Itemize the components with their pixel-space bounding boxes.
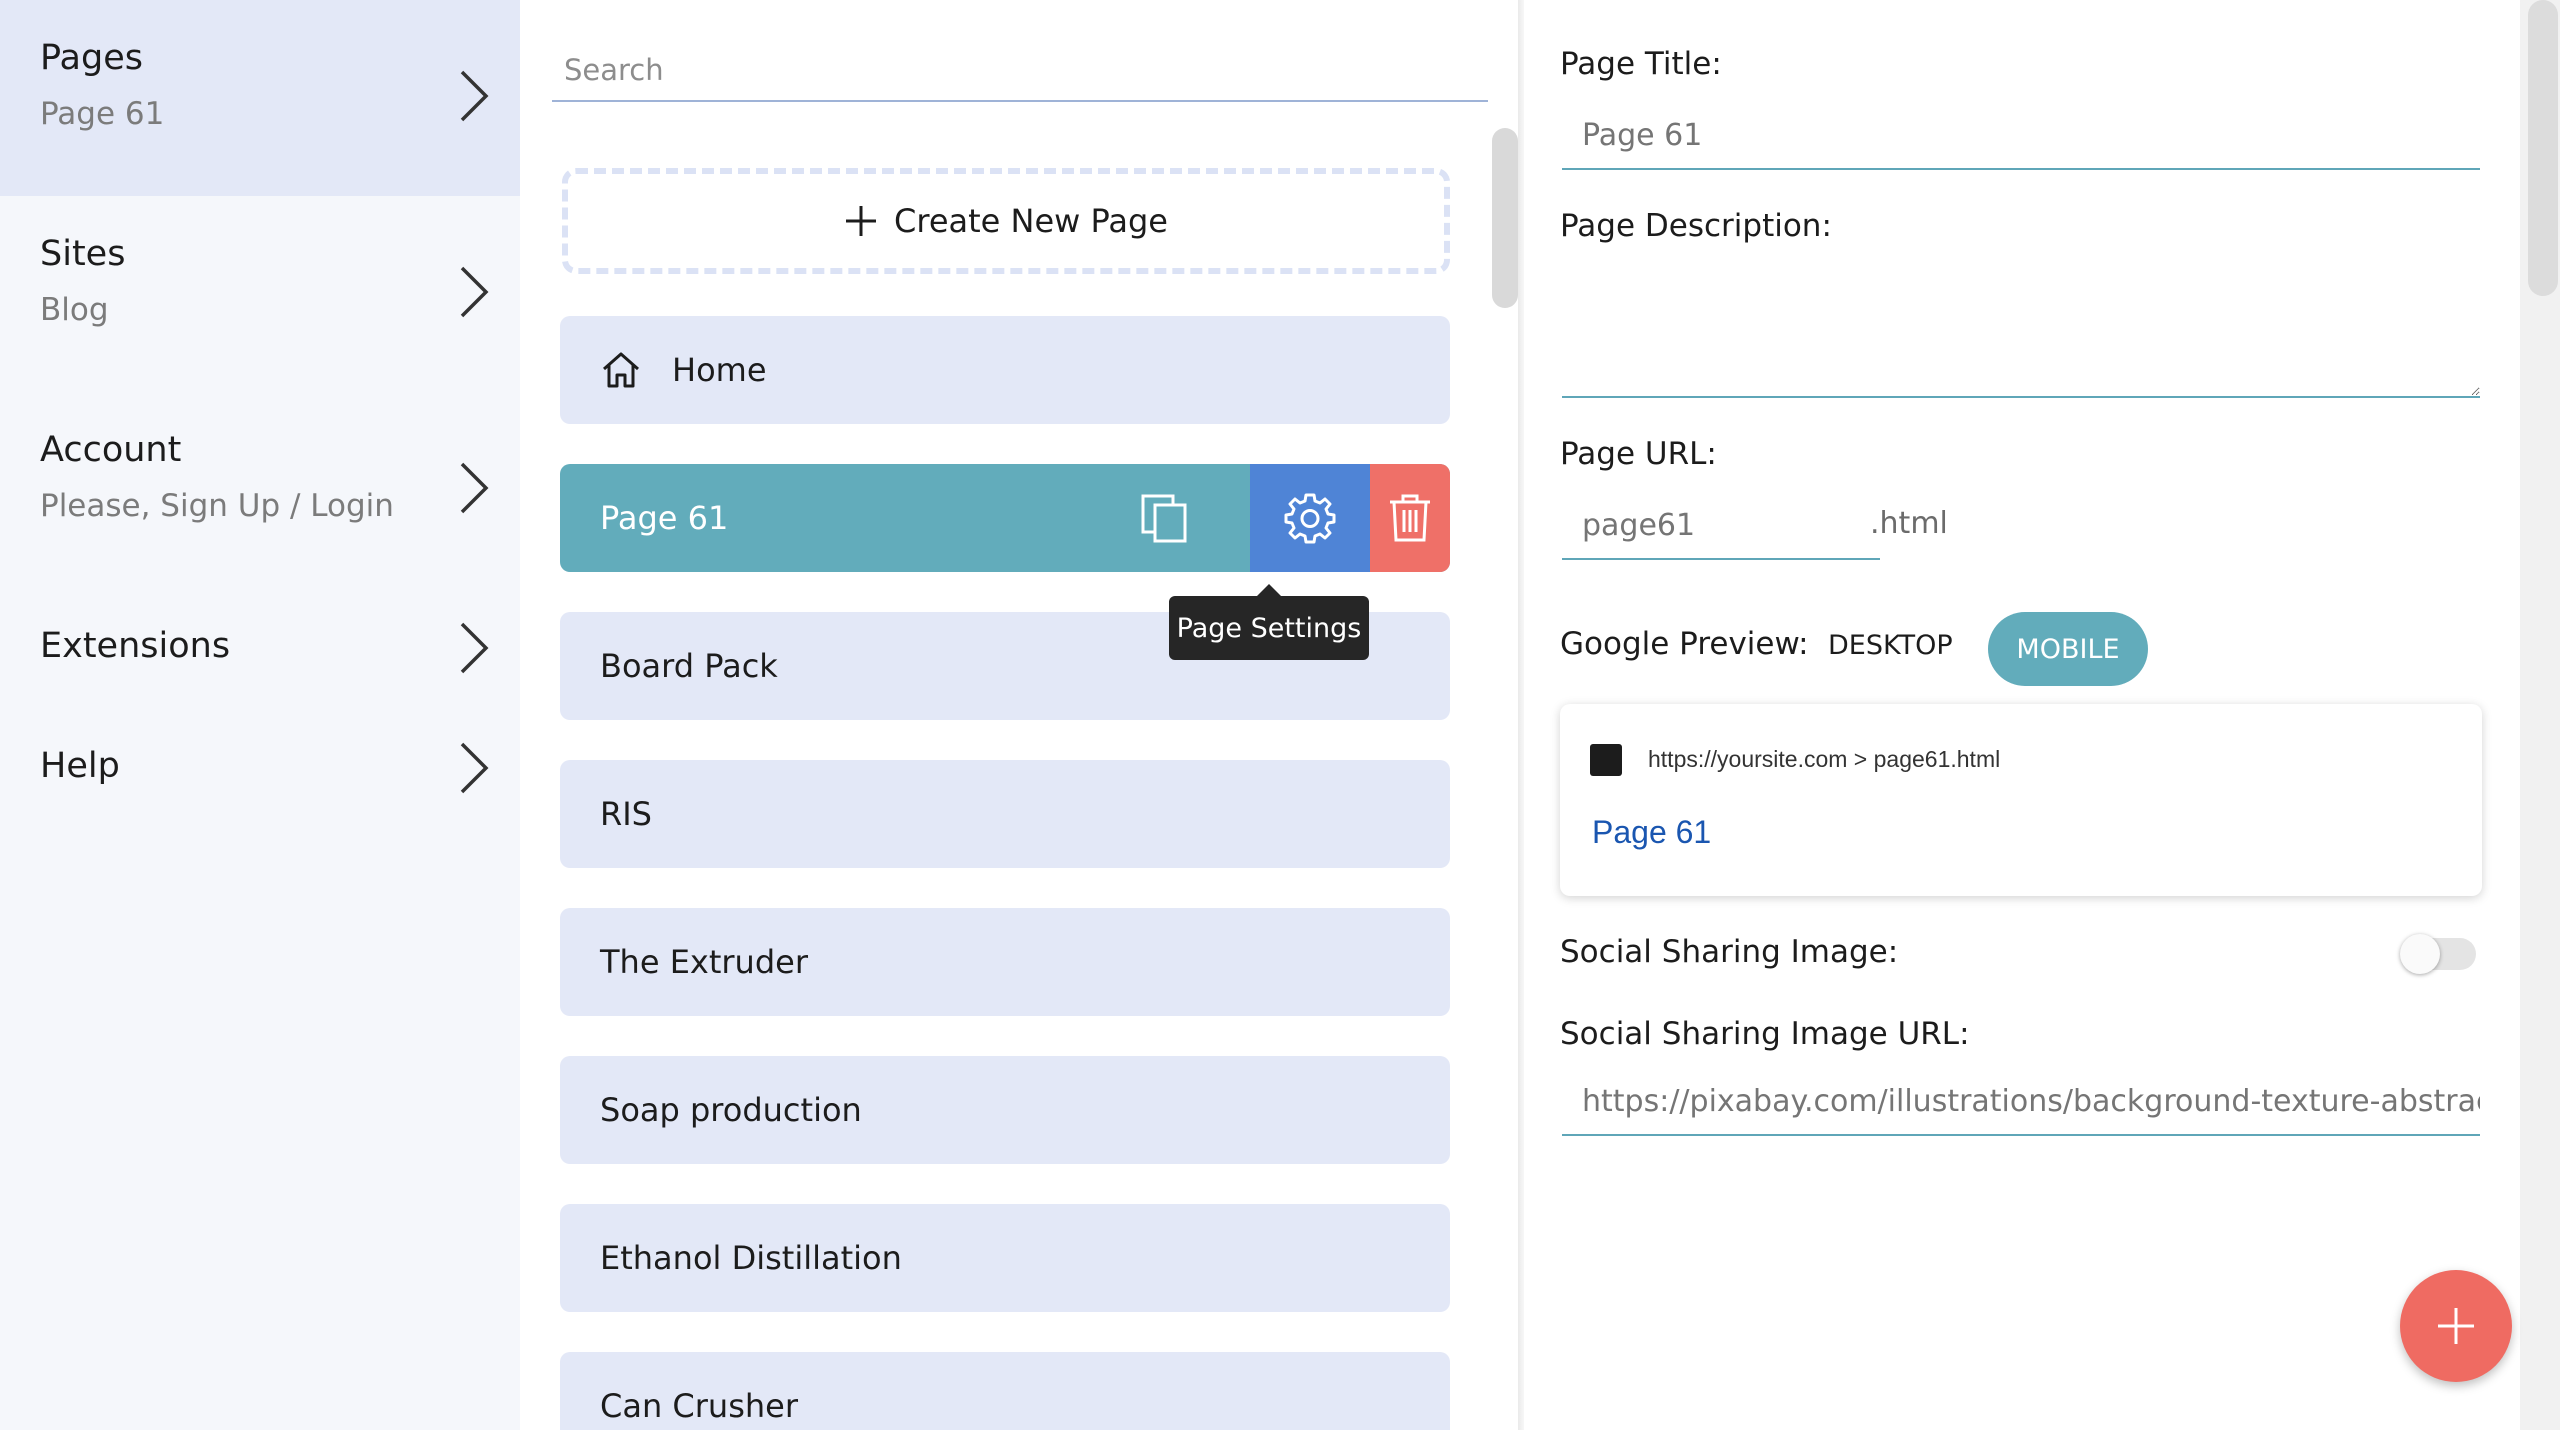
page-item-name: The Extruder: [600, 943, 808, 981]
gear-icon: [1284, 493, 1336, 544]
page-list-panel: Create New Page Home Page 61: [520, 0, 1520, 1430]
page-settings-tooltip: Page Settings: [1169, 584, 1369, 660]
page-item-name: Page 61: [600, 499, 729, 537]
social-sharing-image-toggle[interactable]: [2400, 934, 2476, 974]
nav-item-title: Extensions: [40, 626, 231, 666]
page-item-name: RIS: [600, 795, 652, 833]
nav-item-pages[interactable]: Pages Page 61: [0, 0, 520, 196]
page-item-home[interactable]: Home: [560, 316, 1450, 424]
page-settings-panel: Page Title: Page Description: Page URL: …: [1524, 0, 2524, 1430]
duplicate-icon: [1141, 494, 1187, 543]
page-title-input[interactable]: [1562, 102, 2480, 170]
preview-url: https://yoursite.com > page61.html: [1648, 746, 2001, 772]
page-item-name: Soap production: [600, 1091, 862, 1129]
plus-icon: [846, 206, 877, 236]
page-item[interactable]: The Extruder: [560, 908, 1450, 1016]
delete-page-button[interactable]: [1370, 464, 1450, 572]
chevron-right-icon: [460, 742, 489, 794]
toggle-knob: [2400, 934, 2440, 974]
mobile-preview-button[interactable]: MOBILE: [1988, 612, 2148, 686]
trash-icon: [1390, 494, 1430, 542]
nav-item-title: Help: [40, 746, 120, 786]
duplicate-page-button[interactable]: [1115, 464, 1215, 572]
page-url-suffix: .html: [1870, 506, 1948, 541]
preview-title: Page 61: [1592, 814, 1712, 850]
page-item[interactable]: Soap production: [560, 1056, 1450, 1164]
main-nav: Pages Page 61 Sites Blog Account Please,…: [0, 0, 520, 1430]
nav-item-extensions[interactable]: Extensions: [0, 588, 520, 708]
settings-scrollbar-thumb[interactable]: [2528, 0, 2558, 296]
page-item-selected[interactable]: Page 61: [560, 464, 1450, 572]
create-new-page-button[interactable]: Create New Page: [562, 168, 1450, 274]
page-item-name: Board Pack: [600, 647, 778, 685]
app-root: Pages Page 61 Sites Blog Account Please,…: [0, 0, 2560, 1430]
nav-item-title: Account: [40, 430, 182, 470]
add-floating-button[interactable]: [2400, 1270, 2512, 1382]
favicon-icon: [1590, 744, 1622, 776]
social-sharing-image-url-input[interactable]: [1562, 1068, 2480, 1136]
social-sharing-image-url-label: Social Sharing Image URL:: [1560, 1016, 1970, 1052]
chevron-right-icon: [460, 622, 489, 674]
nav-item-title: Pages: [40, 38, 143, 78]
page-url-label: Page URL:: [1560, 436, 1717, 472]
nav-item-help[interactable]: Help: [0, 708, 520, 828]
home-icon: [603, 352, 639, 388]
create-new-page-label: Create New Page: [894, 202, 1168, 240]
nav-item-subtitle: Page 61: [40, 96, 165, 132]
page-item-name: Ethanol Distillation: [600, 1239, 902, 1277]
page-title-label: Page Title:: [1560, 46, 1722, 82]
chevron-right-icon: [460, 70, 489, 122]
plus-icon: [2438, 1308, 2474, 1344]
page-item[interactable]: Ethanol Distillation: [560, 1204, 1450, 1312]
nav-item-account[interactable]: Account Please, Sign Up / Login: [0, 392, 520, 588]
page-item-name: Home: [672, 351, 767, 389]
google-preview-label: Google Preview:: [1560, 626, 1809, 662]
nav-item-subtitle: Please, Sign Up / Login: [40, 488, 394, 524]
nav-item-title: Sites: [40, 234, 126, 274]
chevron-right-icon: [460, 266, 489, 318]
search-input[interactable]: [552, 40, 1488, 102]
nav-item-subtitle: Blog: [40, 292, 109, 328]
page-list-scrollbar-thumb[interactable]: [1492, 128, 1518, 308]
google-preview-card: https://yoursite.com > page61.html Page …: [1560, 704, 2482, 896]
desktop-preview-button[interactable]: DESKTOP: [1828, 630, 1953, 661]
nav-item-sites[interactable]: Sites Blog: [0, 196, 520, 392]
social-sharing-image-label: Social Sharing Image:: [1560, 934, 1899, 970]
page-settings-button[interactable]: [1250, 464, 1370, 572]
page-description-textarea[interactable]: [1562, 260, 2480, 398]
chevron-right-icon: [460, 462, 489, 514]
page-description-label: Page Description:: [1560, 208, 1832, 244]
page-item-name: Can Crusher: [600, 1387, 798, 1425]
page-url-input[interactable]: [1562, 492, 1880, 560]
page-item[interactable]: Can Crusher: [560, 1352, 1450, 1430]
page-item[interactable]: RIS: [560, 760, 1450, 868]
